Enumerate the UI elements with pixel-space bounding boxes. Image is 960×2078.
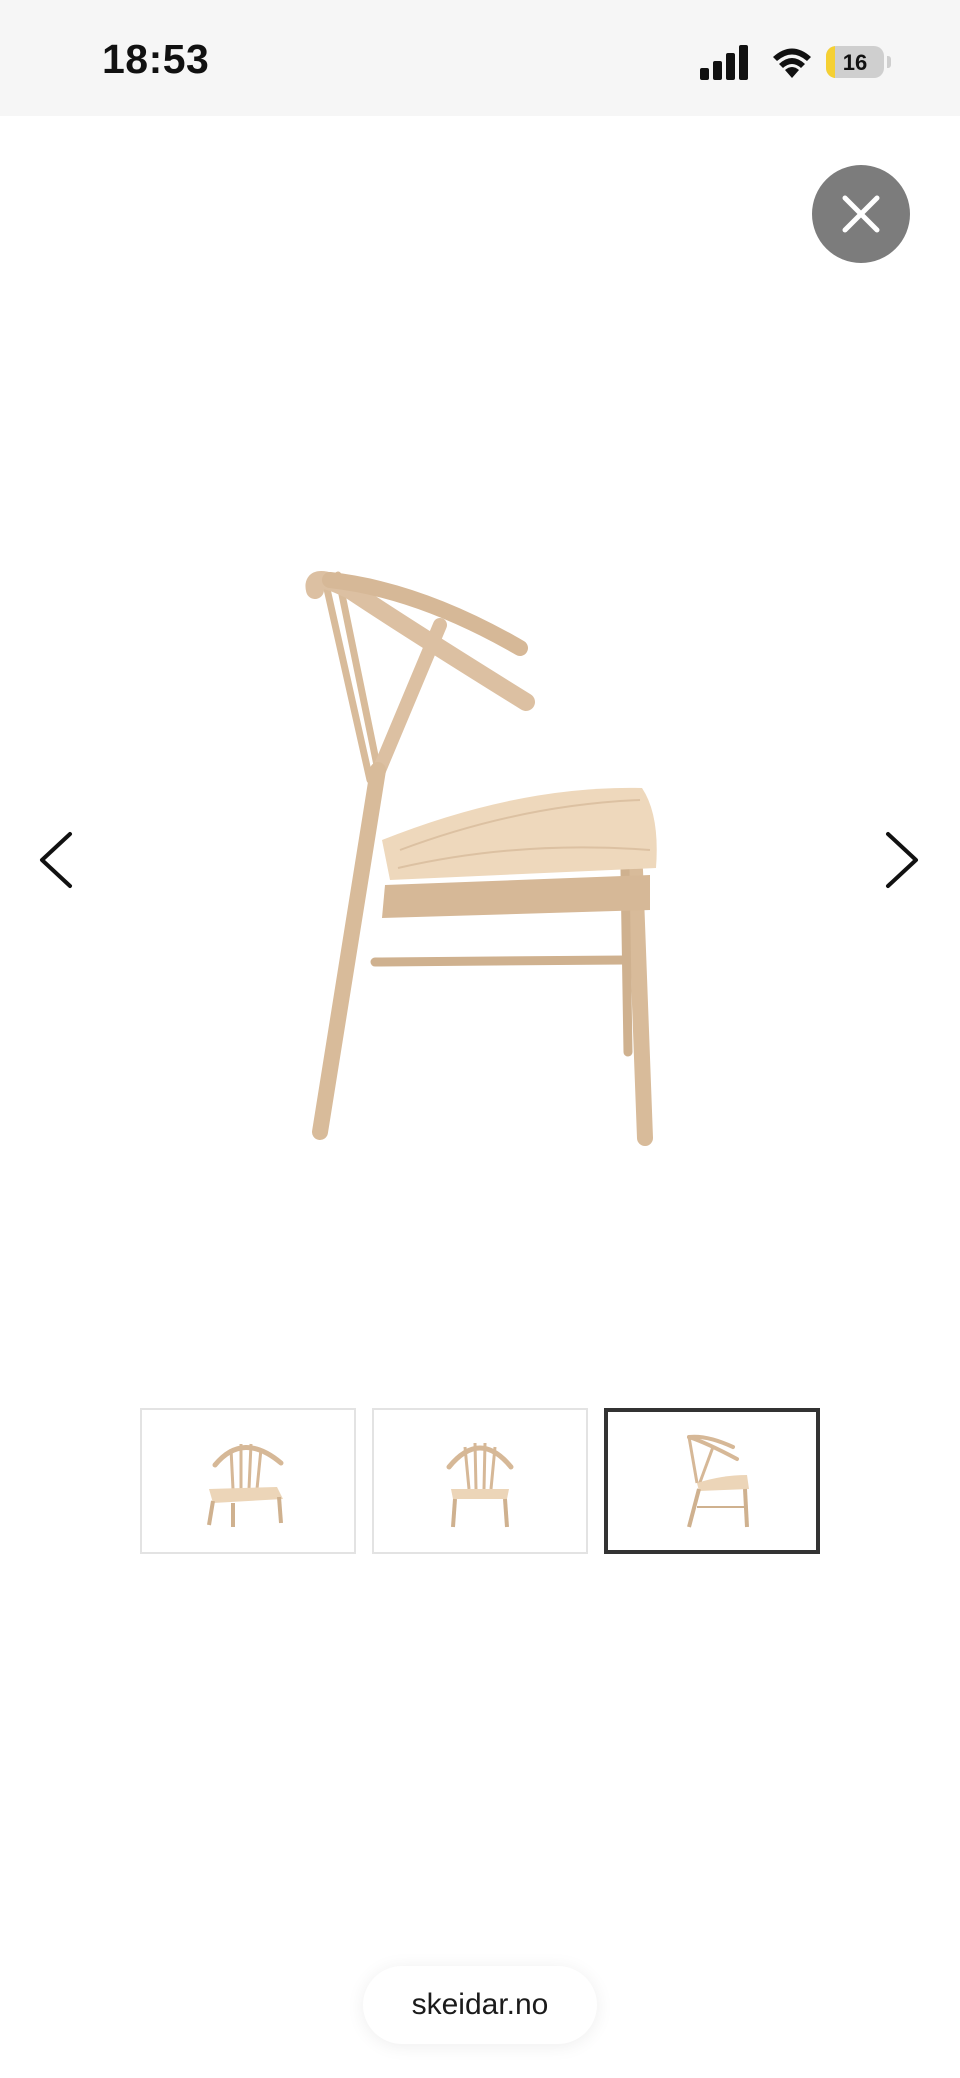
thumbnail-2[interactable] <box>372 1408 588 1554</box>
close-icon <box>842 195 880 233</box>
thumbnail-image-chair-front <box>446 1442 514 1528</box>
next-image-button[interactable] <box>876 828 926 892</box>
close-button[interactable] <box>812 165 910 263</box>
cellular-signal-icon <box>700 45 748 80</box>
battery-icon: 16 <box>826 46 884 78</box>
battery-level: 16 <box>842 50 868 75</box>
battery-tip <box>887 56 891 68</box>
chevron-right-icon <box>886 832 918 888</box>
thumbnail-3-selected[interactable] <box>604 1408 820 1554</box>
product-image-chair-side <box>305 571 657 1146</box>
thumbnail-image-chair-angled <box>207 1443 284 1527</box>
status-time: 18:53 <box>102 36 210 82</box>
site-domain-pill[interactable]: skeidar.no <box>363 1966 597 2044</box>
status-bar: 18:53 16 <box>0 0 960 116</box>
wifi-icon <box>773 48 811 78</box>
previous-image-button[interactable] <box>32 828 82 892</box>
chevron-left-icon <box>40 832 72 888</box>
thumbnail-image-chair-side <box>687 1434 749 1528</box>
thumbnail-1[interactable] <box>140 1408 356 1554</box>
